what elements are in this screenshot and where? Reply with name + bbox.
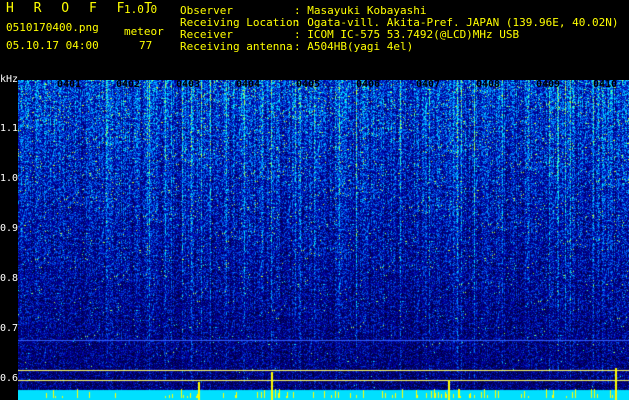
x-tick-label: 0404 [236, 79, 261, 90]
y-tick-label: 0.6 [0, 373, 19, 384]
file-name: 0510170400.png [6, 21, 99, 34]
date-time: 05.10.17 04:00 [6, 39, 99, 52]
x-tick-label: 0409 [536, 79, 561, 90]
x-tick-label: 0407 [416, 79, 441, 90]
y-tick-label: 0.8 [0, 273, 19, 284]
x-tick-label: 0402 [116, 79, 141, 90]
spectrogram-canvas [18, 80, 629, 400]
antenna-value: : A504HB(yagi 4el) [294, 40, 414, 53]
y-axis-unit: kHz [0, 74, 19, 85]
x-tick-label: 0403 [176, 79, 201, 90]
meteor-count: 77 [139, 39, 153, 52]
app-version: 1.0.0 [124, 3, 158, 16]
y-tick-label: 0.9 [0, 223, 19, 234]
x-tick-label: 0406 [356, 79, 381, 90]
x-tick-label: 0405 [296, 79, 321, 90]
x-tick-label: 0410 [593, 79, 618, 90]
y-tick-label: 1.0 [0, 173, 19, 184]
x-tick-label: 0408 [476, 79, 501, 90]
y-tick-label: 1.1 [0, 123, 19, 134]
x-tick-label: 0401 [57, 79, 82, 90]
y-tick-label: 0.7 [0, 323, 19, 334]
antenna-label: Receiving antenna [180, 40, 293, 53]
spectrogram [18, 80, 629, 400]
mode-label: meteor [124, 25, 164, 38]
